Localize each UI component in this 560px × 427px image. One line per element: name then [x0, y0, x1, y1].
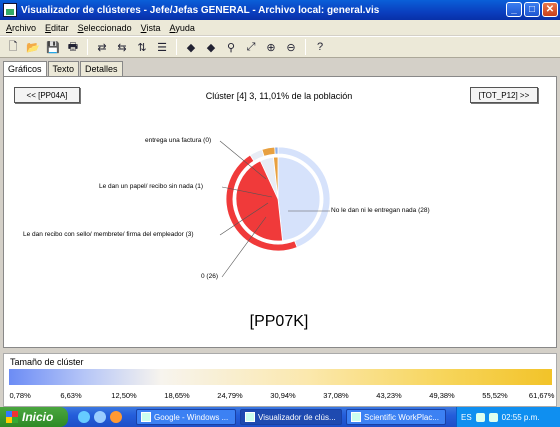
legend-ticks: 0,78% 6,63% 12,50% 18,65% 24,79% 30,94% 37,08%…	[4, 391, 558, 403]
cluster-size-legend: Tamaño de clúster 0,78% 6,63% 12,50% 18,65%…	[3, 353, 557, 407]
quick-launch	[78, 411, 122, 423]
pie-label-papel: Le dan un papel/ recibo sin nada (1)	[99, 183, 204, 190]
menu-seleccionado[interactable]: Seleccionado	[78, 23, 132, 33]
email-icon[interactable]	[94, 411, 106, 423]
media-icon[interactable]	[110, 411, 122, 423]
open-icon[interactable]: 📂	[24, 38, 42, 56]
inner-ring	[235, 156, 321, 242]
start-button[interactable]: Inicio	[0, 407, 68, 427]
tab-graficos[interactable]: Gráficos	[3, 61, 47, 76]
close-button[interactable]: ✕	[542, 2, 558, 17]
tab-strip: Gráficos Texto Detalles	[3, 61, 124, 76]
tray-icon[interactable]	[475, 412, 485, 422]
title-bar: Visualizador de clústeres - Jefe/Jefas G…	[0, 0, 560, 20]
window-icon	[245, 412, 255, 422]
new-icon[interactable]: 🗋	[4, 38, 22, 56]
menu-archivo[interactable]: Archivo	[6, 23, 36, 33]
tray-icon[interactable]	[488, 412, 498, 422]
window-icon	[141, 412, 151, 422]
legend-tick-label: 6,63%	[60, 391, 82, 400]
windows-flag-icon	[6, 411, 18, 423]
minimize-button[interactable]: _	[506, 2, 522, 17]
legend-tick-label: 49,38%	[429, 391, 455, 400]
pie-label-sello: Le dan recibo con sello/ membrete/ firma…	[23, 231, 194, 238]
swap-back-icon[interactable]: ⇆	[113, 38, 131, 56]
task-scientific[interactable]: Scientific WorkPlac...	[346, 409, 446, 425]
system-tray: ES 02:55 p.m.	[456, 407, 560, 427]
legend-tick-label: 24,79%	[217, 391, 243, 400]
app-icon	[3, 3, 17, 17]
maximize-button[interactable]: □	[524, 2, 540, 17]
help-icon[interactable]: ?	[311, 38, 329, 56]
arrow-left-icon[interactable]: ◆	[182, 38, 200, 56]
tab-texto[interactable]: Texto	[47, 61, 80, 76]
start-label: Inicio	[22, 410, 54, 424]
window-icon	[351, 412, 361, 422]
pie-label-factura: entrega una factura (0)	[145, 137, 212, 144]
tab-detalles[interactable]: Detalles	[80, 61, 123, 76]
legend-tick-label: 0,78%	[9, 391, 31, 400]
legend-tick-label: 18,65%	[164, 391, 190, 400]
zoom-in-icon[interactable]: ⊕	[262, 38, 280, 56]
leader-line	[219, 140, 267, 180]
browser-icon[interactable]	[78, 411, 90, 423]
legend-tick-label: 37,08%	[323, 391, 349, 400]
legend-title: Tamaño de clúster	[10, 357, 84, 367]
legend-tick-label: 43,23%	[376, 391, 402, 400]
menu-editar[interactable]: Editar	[45, 23, 69, 33]
task-google[interactable]: Google - Windows ...	[136, 409, 236, 425]
menu-bar: Archivo Editar Seleccionado Vista Ayuda	[0, 20, 560, 35]
window-title: Visualizador de clústeres - Jefe/Jefas G…	[21, 4, 380, 16]
legend-tick-label: 12,50%	[111, 391, 137, 400]
pie-slice[interactable]	[261, 146, 276, 157]
binoculars-icon[interactable]: ⚲	[222, 38, 240, 56]
arrow-right-icon[interactable]: ◆	[202, 38, 220, 56]
size-gradient-bar	[9, 369, 552, 385]
zoom-fit-icon[interactable]: ⤢	[242, 38, 260, 56]
menu-vista[interactable]: Vista	[141, 23, 161, 33]
task-visualizador[interactable]: Visualizador de clús...	[240, 409, 342, 425]
print-icon[interactable]: 🖶	[64, 38, 82, 56]
taskbar: Inicio Google - Windows ... Visualizador…	[0, 407, 560, 427]
save-icon[interactable]: 💾	[44, 38, 62, 56]
pie-label-nada: No le dan ni le entregan nada (28)	[331, 207, 430, 214]
legend-tick-label: 30,94%	[270, 391, 296, 400]
sort-icon[interactable]: ⇅	[133, 38, 151, 56]
clock: 02:55 p.m.	[501, 412, 540, 422]
legend-tick-label: 55,52%	[482, 391, 508, 400]
cluster-code: [PP07K]	[249, 313, 309, 330]
pie-slice[interactable]	[274, 146, 279, 155]
swap-icon[interactable]: ⇄	[93, 38, 111, 56]
zoom-out-icon[interactable]: ⊖	[282, 38, 300, 56]
legend-tick-label: 61,67%	[528, 391, 555, 400]
graphics-panel: << [PP04A] Clúster [4] 3, 11,01% de la p…	[3, 76, 557, 348]
toolbar: 🗋 📂 💾 🖶 ⇄ ⇆ ⇅ ☰ ◆ ◆ ⚲ ⤢ ⊕ ⊖ ?	[0, 36, 560, 58]
cluster-pie-chart	[219, 140, 331, 278]
language-indicator[interactable]: ES	[461, 413, 472, 422]
pie-label-cero: 0 (26)	[201, 273, 218, 280]
align-icon[interactable]: ☰	[153, 38, 171, 56]
menu-ayuda[interactable]: Ayuda	[169, 23, 194, 33]
